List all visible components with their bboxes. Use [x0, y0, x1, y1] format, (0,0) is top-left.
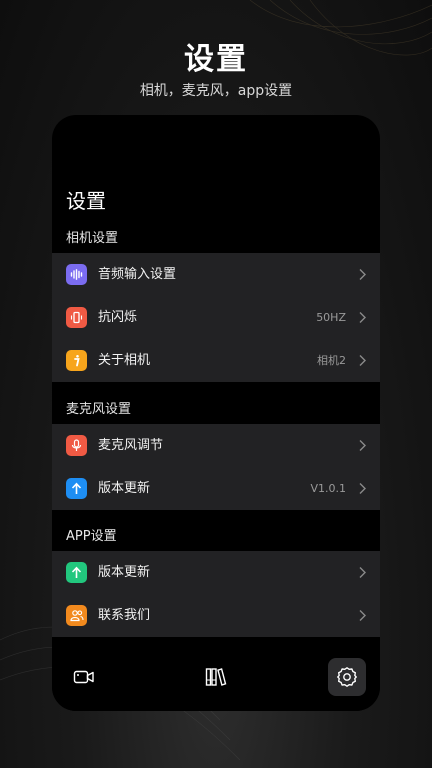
section-label-microphone: 麦克风设置: [66, 402, 132, 417]
audio-wave-icon: [66, 264, 87, 285]
tab-camera[interactable]: [65, 658, 103, 696]
list-item-contact-us[interactable]: 联系我们: [52, 594, 380, 637]
item-label: 版本更新: [98, 565, 151, 580]
chevron-right-icon: [359, 355, 366, 366]
item-label: 联系我们: [98, 608, 151, 623]
item-value: 50HZ: [316, 311, 346, 324]
tab-library[interactable]: [197, 658, 235, 696]
microphone-icon: [66, 435, 87, 456]
list-item-about-camera[interactable]: 关于相机 相机2: [52, 339, 380, 382]
chevron-right-icon: [359, 483, 366, 494]
microphone-settings-group: 麦克风调节 版本更新 V1.0.1: [52, 424, 380, 510]
item-label: 抗闪烁: [98, 310, 138, 325]
list-item-app-version-update[interactable]: 版本更新: [52, 551, 380, 594]
section-label-camera: 相机设置: [66, 231, 119, 246]
list-item-anti-flicker[interactable]: 抗闪烁 50HZ: [52, 296, 380, 339]
hero-title: 设置: [184, 42, 248, 77]
camera-icon: [73, 670, 94, 684]
arrow-up-icon: [66, 478, 87, 499]
chevron-right-icon: [359, 440, 366, 451]
vibrate-icon: [66, 307, 87, 328]
hero-subtitle: 相机，麦克风，app设置: [139, 83, 293, 99]
item-label: 麦克风调节: [98, 438, 164, 453]
item-label: 版本更新: [98, 481, 151, 496]
item-value: V1.0.1: [310, 482, 346, 495]
chevron-right-icon: [359, 269, 366, 280]
list-item-microphone-adjust[interactable]: 麦克风调节: [52, 424, 380, 467]
contacts-icon: [66, 605, 87, 626]
list-item-mic-version-update[interactable]: 版本更新 V1.0.1: [52, 467, 380, 510]
tab-settings[interactable]: [328, 658, 366, 696]
item-label: 音频输入设置: [98, 267, 177, 282]
chevron-right-icon: [359, 567, 366, 578]
bottom-tab-bar: [52, 637, 380, 711]
chevron-right-icon: [359, 312, 366, 323]
info-icon: [66, 350, 87, 371]
camera-settings-group: 音频输入设置 抗闪烁 50HZ 关于相机 相机2: [52, 253, 380, 382]
app-settings-group: 版本更新 联系我们: [52, 551, 380, 637]
list-item-audio-input[interactable]: 音频输入设置: [52, 253, 380, 296]
section-label-app: APP设置: [66, 529, 117, 544]
page-title: 设置: [66, 189, 106, 213]
gear-icon: [337, 667, 357, 687]
item-label: 关于相机: [98, 353, 151, 368]
chevron-right-icon: [359, 610, 366, 621]
library-icon: [205, 668, 227, 686]
phone-screen: 设置 相机设置 音频输入设置 抗闪烁 50HZ 关于相机 相机2 麦克风设置 麦…: [52, 115, 380, 711]
item-value: 相机2: [317, 354, 346, 367]
arrow-up-icon: [66, 562, 87, 583]
